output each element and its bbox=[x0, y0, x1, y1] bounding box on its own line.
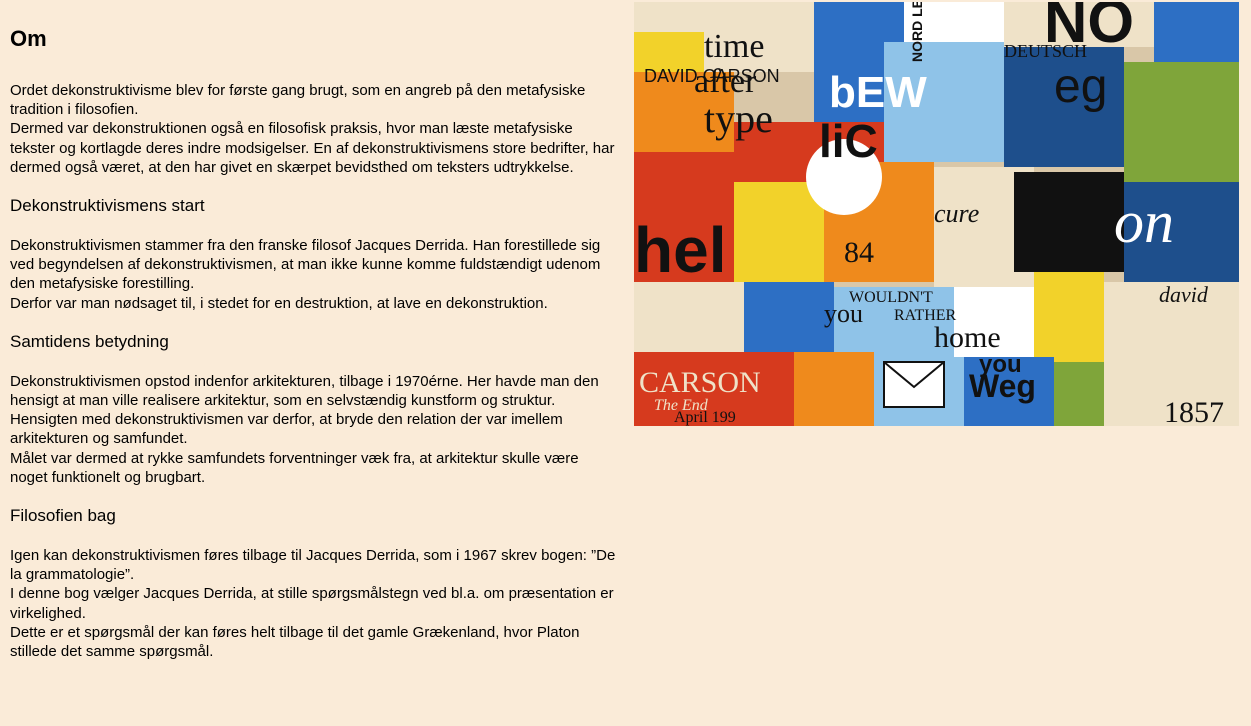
svg-text:84: 84 bbox=[844, 236, 874, 269]
svg-text:April 199: April 199 bbox=[674, 409, 736, 426]
svg-text:hel: hel bbox=[634, 214, 726, 286]
svg-text:you: you bbox=[824, 299, 863, 328]
page: Om Ordet dekonstruktivisme blev for førs… bbox=[0, 0, 1251, 726]
svg-text:DAVID CARSON: DAVID CARSON bbox=[644, 66, 780, 86]
intro-text: Ordet dekonstruktivisme blev for første … bbox=[10, 82, 615, 176]
article: Om Ordet dekonstruktivisme blev for førs… bbox=[10, 24, 620, 661]
collage-svg: time after type bEW eg liC DAVID CARSON … bbox=[634, 2, 1239, 426]
svg-text:NO: NO bbox=[1044, 2, 1134, 55]
section-text-filosofi: Igen kan dekonstruktivismen føres tilbag… bbox=[10, 547, 616, 661]
section-text-samtid: Dekonstruktivismen opstod indenfor arkit… bbox=[10, 372, 599, 486]
page-title: Om bbox=[10, 26, 47, 51]
svg-text:bEW: bEW bbox=[829, 68, 927, 117]
svg-text:david: david bbox=[1159, 282, 1209, 307]
typography-collage-image: time after type bEW eg liC DAVID CARSON … bbox=[634, 2, 1239, 426]
svg-text:liC: liC bbox=[819, 115, 878, 167]
svg-text:time: time bbox=[704, 28, 764, 65]
section-heading-start: Dekonstruktivismens start bbox=[10, 196, 205, 216]
svg-text:eg: eg bbox=[1054, 60, 1107, 113]
svg-text:cure: cure bbox=[934, 199, 979, 228]
svg-text:Weg: Weg bbox=[969, 368, 1036, 404]
svg-text:type: type bbox=[704, 96, 773, 141]
section-heading-samtid: Samtidens betydning bbox=[10, 331, 169, 351]
section-heading-filosofi: Filosofien bag bbox=[10, 506, 116, 526]
svg-text:NORD LB: NORD LB bbox=[909, 2, 925, 62]
svg-text:CARSON: CARSON bbox=[639, 366, 761, 399]
section-text-start: Dekonstruktivismen stammer fra den frans… bbox=[10, 237, 601, 312]
svg-text:on: on bbox=[1114, 189, 1174, 255]
svg-text:home: home bbox=[934, 321, 1001, 354]
svg-text:1857: 1857 bbox=[1164, 396, 1224, 426]
